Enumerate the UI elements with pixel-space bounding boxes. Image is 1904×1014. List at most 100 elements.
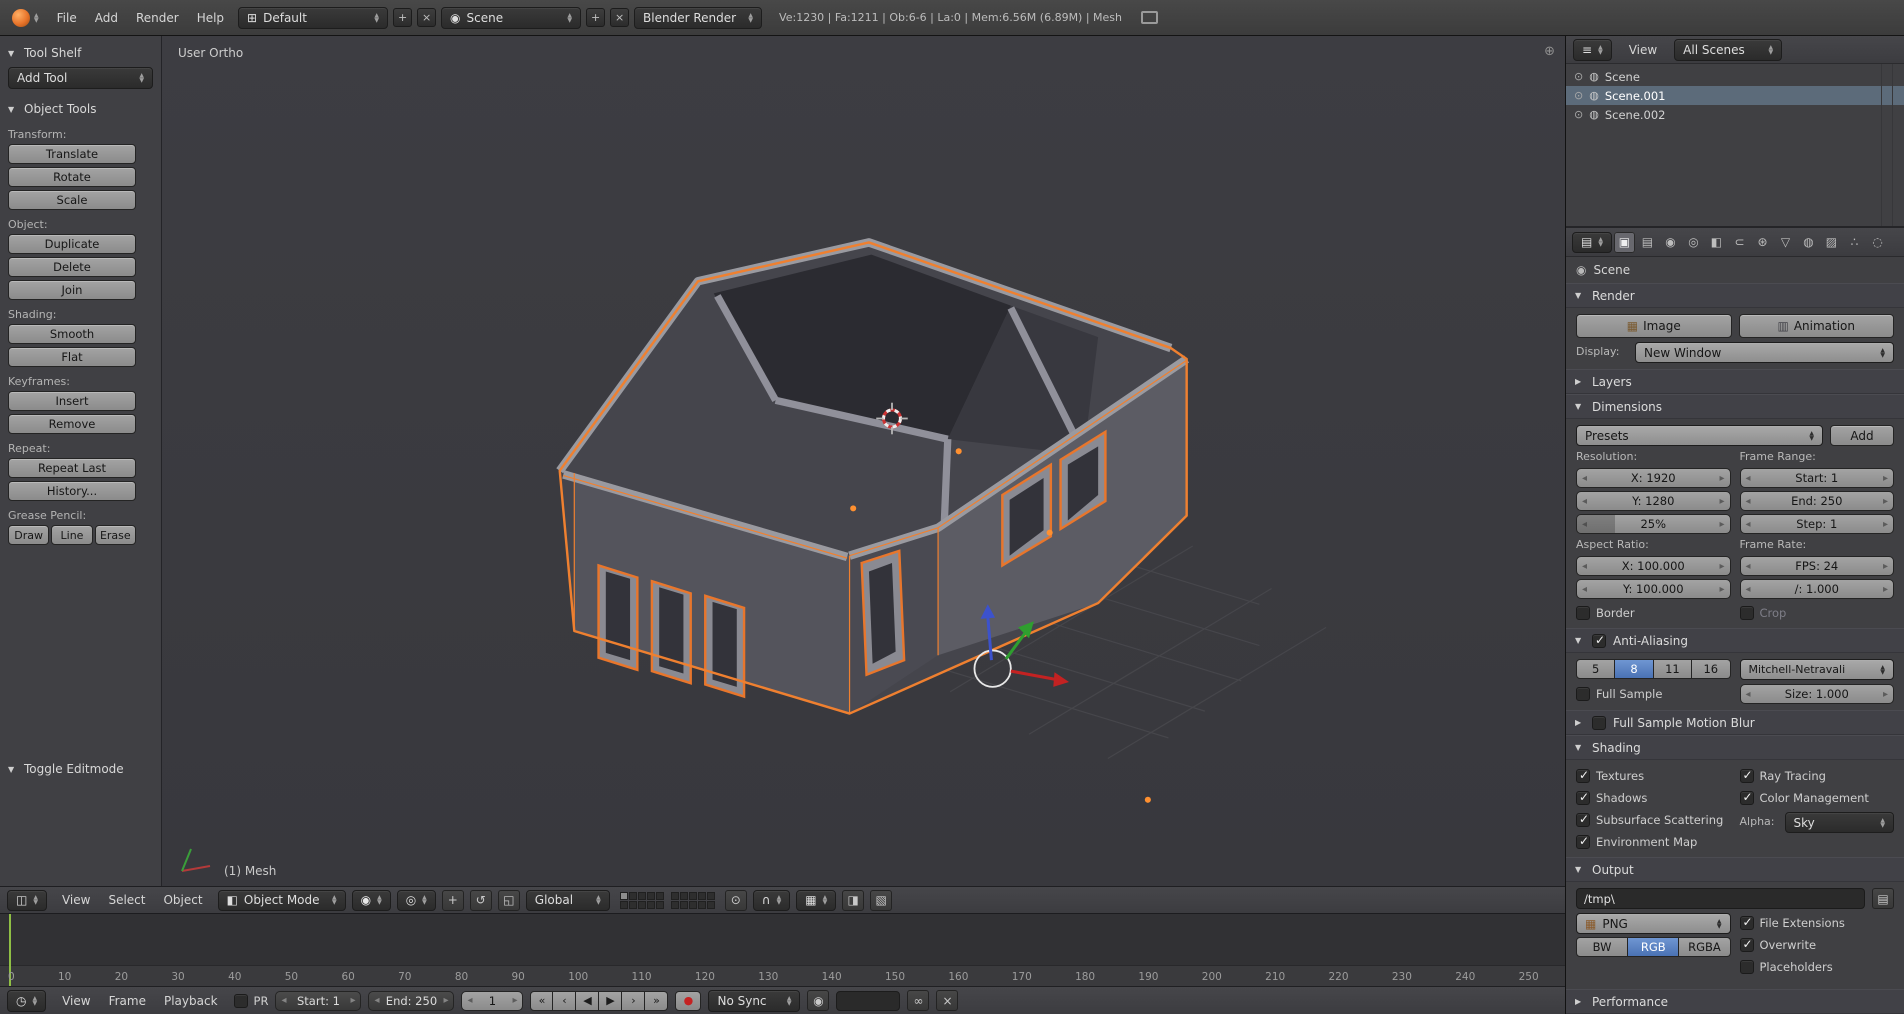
color-mode-button[interactable]: RGB — [1628, 937, 1680, 957]
render-opengl-button[interactable]: ◨ — [842, 889, 865, 911]
visibility-toggle-icon[interactable]: ⊙ — [1574, 108, 1583, 121]
checkbox-row[interactable]: Textures — [1576, 766, 1731, 785]
rotate-manipulator-button[interactable]: ↺ — [469, 889, 492, 911]
tool-button[interactable]: Delete — [8, 257, 136, 277]
checkbox-row[interactable]: Color Management — [1739, 788, 1895, 807]
panel-header-antialiasing[interactable]: Anti-Aliasing — [1566, 628, 1904, 653]
object-tools-header[interactable]: Object Tools — [8, 98, 153, 120]
aa-size-field[interactable]: Size: 1.000 — [1739, 684, 1894, 704]
checkbox-row[interactable]: Overwrite — [1739, 935, 1895, 954]
playback-button[interactable]: ▶ — [599, 990, 623, 1011]
translate-manipulator-button[interactable]: + — [441, 889, 464, 911]
add-scene-button[interactable]: + — [586, 8, 606, 27]
playback-button[interactable]: « — [530, 990, 554, 1011]
properties-tab[interactable]: ▤ — [1637, 232, 1658, 253]
insert-keyframe-button[interactable]: ∞ — [907, 990, 930, 1011]
display-dropdown[interactable]: New Window — [1635, 342, 1894, 363]
render-animation-button[interactable]: ▥ Animation — [1738, 314, 1894, 338]
checkbox-row[interactable]: File Extensions — [1739, 913, 1895, 932]
menu-item[interactable]: Render — [127, 11, 188, 25]
playback-button[interactable]: » — [645, 990, 669, 1011]
tool-button[interactable]: History... — [8, 481, 136, 501]
snap-dropdown[interactable]: ∩ — [752, 889, 791, 911]
properties-tab[interactable]: ◌ — [1867, 232, 1888, 253]
audio-scrub-button[interactable]: ◉ — [807, 990, 830, 1011]
aa-samples-button[interactable]: 16 — [1692, 659, 1731, 679]
visibility-toggle-icon[interactable]: ⊙ — [1574, 70, 1583, 83]
panel-header-output[interactable]: Output — [1566, 857, 1904, 882]
properties-tab[interactable]: ▨ — [1821, 232, 1842, 253]
viewport-3d[interactable]: User Ortho ⊕ (1) Mesh — [162, 36, 1565, 886]
pivot-dropdown[interactable]: ◎ — [396, 889, 436, 911]
scale-manipulator-button[interactable]: ◱ — [497, 889, 520, 911]
panel-header-shading[interactable]: Shading — [1566, 735, 1904, 760]
viewport-corner-icon[interactable]: ⊕ — [1544, 44, 1555, 59]
grease-pencil-button[interactable]: Line — [51, 525, 93, 545]
snap-target-dropdown[interactable]: ▦ — [796, 889, 837, 911]
panel-header-motion-blur[interactable]: Full Sample Motion Blur — [1566, 710, 1904, 735]
panel-header-performance[interactable]: Performance — [1566, 989, 1904, 1014]
sync-dropdown[interactable]: No Sync — [708, 989, 801, 1012]
aa-samples-button[interactable]: 5 — [1576, 659, 1616, 679]
window-icon[interactable] — [1141, 11, 1159, 24]
render-opengl-anim-button[interactable]: ▧ — [870, 889, 893, 911]
frame-start-field[interactable]: Start: 1 — [1739, 468, 1894, 488]
tool-button[interactable]: Insert — [8, 391, 136, 411]
playback-button[interactable]: › — [622, 990, 646, 1011]
menu-item[interactable]: Playback — [155, 994, 227, 1008]
lock-icon[interactable]: ⊙ — [724, 889, 747, 911]
tool-shelf-header[interactable]: Tool Shelf — [8, 42, 153, 64]
menu-item[interactable]: View — [53, 893, 99, 907]
aspect-y-field[interactable]: Y: 100.000 — [1576, 579, 1731, 599]
properties-tab[interactable]: ◉ — [1660, 232, 1681, 253]
scene-dropdown[interactable]: ◉ Scene — [441, 6, 582, 29]
panel-header-render[interactable]: Render — [1566, 283, 1904, 308]
properties-tab[interactable]: ⊂ — [1729, 232, 1750, 253]
file-format-dropdown[interactable]: ▦ PNG — [1576, 913, 1731, 934]
orientation-dropdown[interactable]: Global — [525, 889, 610, 911]
full-sample-toggle[interactable]: Full Sample — [1576, 684, 1731, 703]
frame-end-field[interactable]: End: 250 — [368, 990, 455, 1011]
resolution-percentage-slider[interactable]: 25% — [1576, 514, 1731, 534]
panel-header-dimensions[interactable]: Dimensions — [1566, 394, 1904, 419]
frame-step-field[interactable]: Step: 1 — [1739, 514, 1894, 534]
checkbox-row[interactable]: Ray Tracing — [1739, 766, 1895, 785]
menu-item[interactable]: Frame — [100, 994, 155, 1008]
properties-tab[interactable]: ◍ — [1798, 232, 1819, 253]
properties-tab[interactable]: ⊛ — [1752, 232, 1773, 253]
playback-button[interactable]: ◀ — [576, 990, 600, 1011]
color-mode-button[interactable]: BW — [1576, 937, 1629, 957]
blender-menu-button[interactable] — [8, 7, 43, 29]
checkbox-row[interactable]: Border — [1576, 603, 1731, 622]
checkbox-row[interactable]: Subsurface Scattering — [1576, 810, 1731, 829]
layer-group-1[interactable] — [619, 891, 664, 909]
timeline-ruler[interactable]: 0 10 20 30 40 50 60 70 80 90 100 110 120 130 140 150 160… — [0, 913, 1565, 986]
render-engine-dropdown[interactable]: Blender Render — [634, 6, 763, 29]
checkbox-row[interactable]: Shadows — [1576, 788, 1731, 807]
editor-type-button[interactable]: ▤ — [1572, 231, 1612, 253]
properties-tab[interactable]: ◧ — [1706, 232, 1727, 253]
delete-scene-button[interactable]: × — [610, 8, 630, 27]
resolution-y-field[interactable]: Y: 1280 — [1576, 491, 1731, 511]
menu-item[interactable]: Select — [99, 893, 154, 907]
outliner-scene-row[interactable]: ⊙ ◍ Scene.002 — [1566, 105, 1904, 124]
output-path-field[interactable] — [1576, 888, 1865, 909]
grease-pencil-button[interactable]: Erase — [94, 525, 136, 545]
browse-folder-button[interactable]: ▤ — [1872, 888, 1894, 909]
aspect-x-field[interactable]: X: 100.000 — [1576, 556, 1731, 576]
grease-pencil-button[interactable]: Draw — [8, 525, 50, 545]
tool-button[interactable]: Repeat Last — [8, 458, 136, 478]
color-mode-button[interactable]: RGBA — [1679, 937, 1731, 957]
menu-item[interactable]: View — [53, 994, 99, 1008]
editor-type-button[interactable]: ≡ — [1573, 38, 1612, 61]
aa-filter-dropdown[interactable]: Mitchell-Netravali — [1739, 659, 1894, 680]
layer-group-2[interactable] — [670, 891, 715, 909]
layer-grid[interactable] — [619, 891, 715, 909]
checkbox-row[interactable]: Crop — [1739, 603, 1895, 622]
add-preset-button[interactable]: Add — [1830, 425, 1894, 446]
panel-checkbox[interactable] — [1592, 633, 1606, 648]
menu-item[interactable]: Add — [86, 11, 127, 25]
tool-button[interactable]: Join — [8, 280, 136, 300]
add-tool-dropdown[interactable]: Add Tool — [8, 67, 153, 89]
aa-samples-button[interactable]: 8 — [1615, 659, 1654, 679]
